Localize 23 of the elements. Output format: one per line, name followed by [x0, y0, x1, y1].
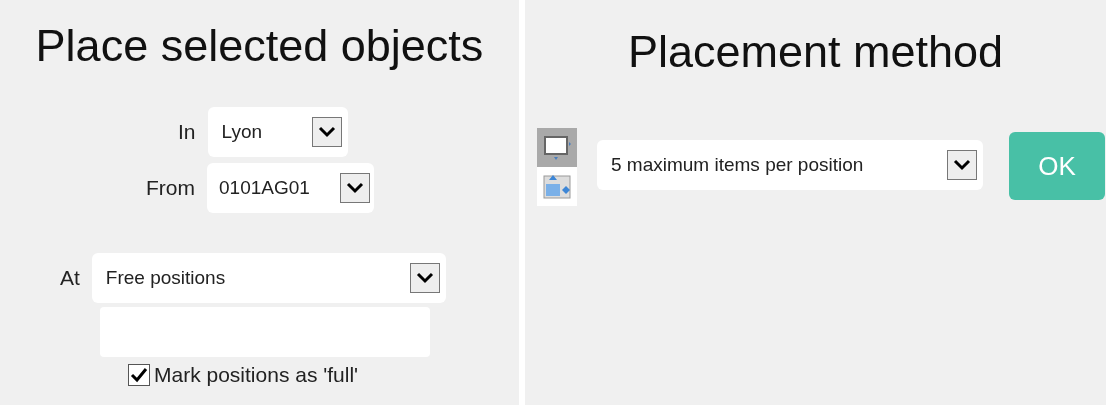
- field-label: At: [60, 266, 80, 290]
- panel-title: Place selected objects: [34, 20, 485, 72]
- panel-title: Placement method: [626, 26, 1005, 78]
- chevron-down-icon: [953, 159, 971, 171]
- checkmark-icon: [130, 367, 148, 383]
- chevron-down-icon: [415, 272, 434, 284]
- field-label: From: [146, 176, 195, 200]
- monitor-icon: [542, 133, 572, 162]
- dropdown-button[interactable]: [409, 263, 440, 293]
- position-select[interactable]: Free positions: [91, 253, 446, 303]
- checkbox-label: Mark positions as 'full': [154, 363, 359, 387]
- dropdown-button[interactable]: [947, 150, 977, 180]
- dropdown-button[interactable]: [340, 173, 370, 203]
- mode-toggle[interactable]: [537, 167, 577, 206]
- source-select[interactable]: 0101AG01: [207, 163, 374, 213]
- location-select[interactable]: Lyon: [207, 107, 348, 157]
- mode-toggle[interactable]: [537, 128, 577, 167]
- field-label: In: [178, 120, 196, 144]
- chevron-down-icon: [317, 126, 336, 138]
- method-select[interactable]: 5 maximum items per position: [597, 140, 983, 190]
- dropdown-button[interactable]: [311, 117, 342, 147]
- chevron-down-icon: [346, 182, 364, 194]
- checkbox[interactable]: [128, 364, 150, 386]
